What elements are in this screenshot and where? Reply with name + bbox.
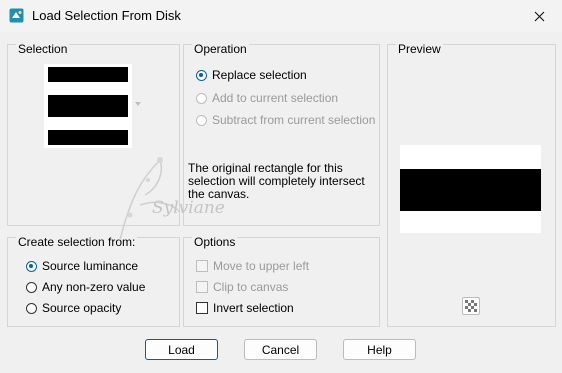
close-icon — [534, 11, 544, 21]
cancel-button[interactable]: Cancel — [244, 339, 317, 360]
close-button[interactable] — [516, 0, 562, 32]
thumbnail-bar — [48, 67, 128, 82]
clip-to-canvas-checkbox[interactable]: Clip to canvas — [196, 279, 288, 295]
replace-selection-radio[interactable]: Replace selection — [196, 67, 307, 83]
add-to-selection-radio[interactable]: Add to current selection — [196, 90, 338, 106]
thumbnail-bar — [48, 130, 128, 145]
app-icon — [9, 8, 24, 23]
source-opacity-radio[interactable]: Source opacity — [26, 300, 121, 316]
any-non-zero-radio[interactable]: Any non-zero value — [26, 279, 145, 295]
subtract-from-selection-radio[interactable]: Subtract from current selection — [196, 112, 375, 128]
checkbox[interactable] — [196, 302, 208, 314]
transparency-toggle-button[interactable] — [462, 297, 480, 315]
selection-group: Selection — [7, 42, 180, 226]
move-to-upper-left-checkbox[interactable]: Move to upper left — [196, 258, 309, 274]
move-to-upper-left-label: Move to upper left — [213, 259, 310, 273]
source-luminance-label: Source luminance — [42, 259, 139, 273]
load-button-label: Load — [168, 342, 195, 357]
source-opacity-label: Source opacity — [42, 301, 122, 315]
subtract-from-selection-label: Subtract from current selection — [212, 113, 376, 127]
radio-button[interactable] — [26, 302, 37, 314]
window-title: Load Selection From Disk — [32, 8, 181, 23]
selection-thumbnail — [44, 64, 132, 148]
replace-selection-label: Replace selection — [212, 68, 307, 82]
radio-button[interactable] — [196, 92, 207, 104]
preview-selection-bar — [400, 169, 541, 211]
preview-group-title: Preview — [396, 42, 443, 56]
any-non-zero-label: Any non-zero value — [42, 280, 146, 294]
invert-selection-label: Invert selection — [213, 301, 294, 315]
add-to-selection-label: Add to current selection — [212, 91, 339, 105]
load-button[interactable]: Load — [145, 339, 218, 360]
thumbnail-dropdown-icon[interactable] — [135, 102, 141, 106]
source-luminance-radio[interactable]: Source luminance — [26, 258, 138, 274]
create-selection-group: Create selection from: Source luminance … — [7, 235, 180, 327]
operation-group: Operation Replace selection Add to curre… — [183, 42, 380, 226]
checkerboard-icon — [465, 300, 477, 312]
selection-group-title: Selection — [16, 42, 70, 56]
cancel-button-label: Cancel — [261, 342, 300, 357]
invert-selection-checkbox[interactable]: Invert selection — [196, 300, 294, 316]
intersect-note: The original rectangle for this selectio… — [188, 161, 365, 201]
options-group: Options Move to upper left Clip to canva… — [183, 235, 380, 327]
preview-canvas — [400, 145, 541, 233]
radio-button[interactable] — [196, 114, 207, 126]
help-button-label: Help — [367, 342, 392, 357]
checkbox[interactable] — [196, 260, 208, 272]
options-group-title: Options — [192, 235, 238, 249]
operation-group-title: Operation — [192, 42, 249, 56]
create-selection-group-title: Create selection from: — [16, 235, 138, 249]
radio-button-checked[interactable] — [26, 260, 37, 272]
thumbnail-bar — [48, 95, 128, 117]
radio-button[interactable] — [26, 281, 37, 293]
preview-group: Preview — [387, 42, 556, 327]
title-bar: Load Selection From Disk — [0, 0, 562, 32]
clip-to-canvas-label: Clip to canvas — [213, 280, 289, 294]
radio-button-checked[interactable] — [196, 69, 207, 81]
help-button[interactable]: Help — [343, 339, 416, 360]
checkbox[interactable] — [196, 281, 208, 293]
